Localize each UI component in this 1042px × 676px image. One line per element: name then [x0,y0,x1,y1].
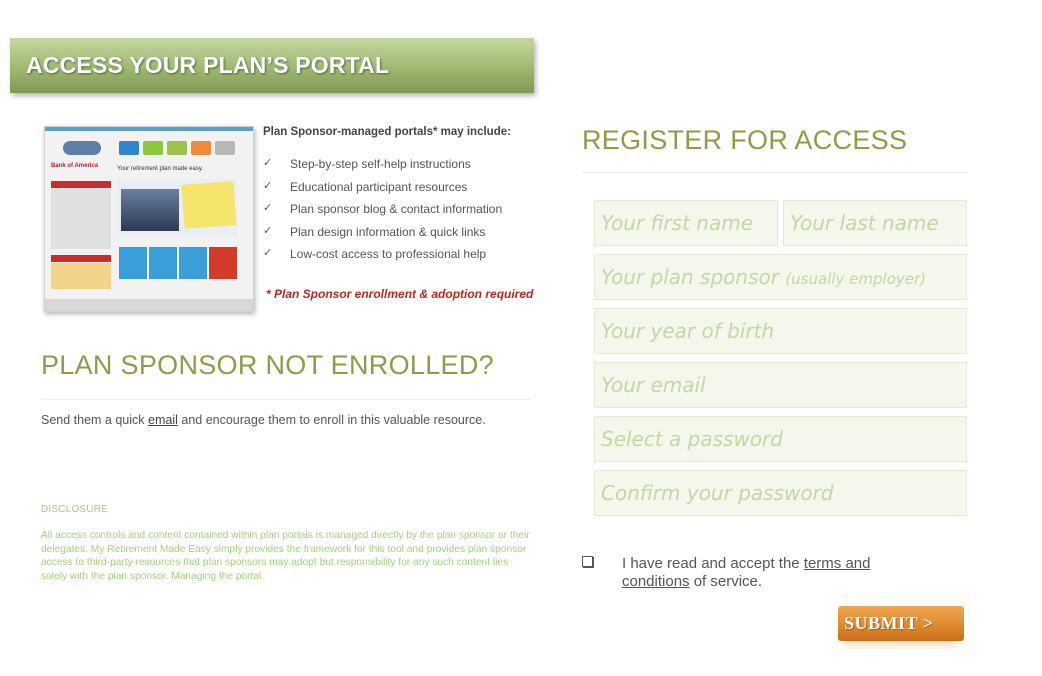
list-item-label: Plan sponsor blog & contact information [290,202,503,216]
preview-tile [119,247,147,279]
check-icon: ✓ [263,224,273,237]
password-input[interactable] [594,416,967,462]
preview-headline: Your retirement plan made easy. [117,166,204,172]
divider [41,399,531,400]
preview-tile [209,247,237,279]
check-icon: ✓ [263,157,273,169]
register-title: REGISTER FOR ACCESS [582,125,908,155]
preview-logo [63,141,101,155]
preview-sidebar-header [51,255,111,262]
enrollment-required-note: * Plan Sponsor enrollment & adoption req… [266,287,534,301]
list-item-label: Educational participant resources [290,179,468,194]
disclosure-text: All access controls and content containe… [41,530,530,582]
banner-title: ACCESS YOUR PLAN’S PORTAL [26,52,390,78]
agree-text-before: I have read and accept the [622,555,804,572]
plan-sponsor-input[interactable]: Your plan sponsor (usually employer) [594,254,967,300]
preview-tab [119,141,139,155]
preview-sticky-note [181,181,237,229]
plan-sponsor-hint: (usually employer) [785,270,927,288]
preview-topbar [45,127,253,131]
list-item-label: Step-by-step self-help instructions [290,157,471,171]
not-enrolled-text: Send them a quick email and encourage th… [41,413,486,427]
list-item-label: Low-cost access to professional help [290,247,487,261]
preview-tile [179,247,207,279]
preview-tab [143,141,163,155]
confirm-password-input[interactable] [594,470,967,516]
preview-sidebar [51,189,111,249]
preview-tab [215,141,235,155]
check-icon: ✓ [263,179,273,192]
plan-sponsor-placeholder: Your plan sponsor [601,265,779,289]
preview-sidebar-header [51,181,111,188]
page-banner: ACCESS YOUR PLAN’S PORTAL [10,38,534,93]
divider [582,172,968,173]
preview-footer [45,299,253,311]
preview-tab [167,141,187,155]
terms-agreement: I have read and accept the terms and con… [622,555,942,591]
not-enrolled-title: PLAN SPONSOR NOT ENROLLED? [41,350,494,380]
terms-checkbox[interactable] [582,556,593,567]
check-icon: ✓ [263,247,273,259]
list-item-label: Plan design information & quick links [290,224,486,239]
submit-button[interactable]: SUBMIT > [838,606,964,641]
email-input[interactable] [594,362,967,408]
plan-sponsor-heading: Plan Sponsor-managed portals* may includ… [263,126,511,138]
not-enrolled-text-after: and encourage them to enroll in this val… [177,413,486,427]
preview-sidebar [51,263,111,289]
not-enrolled-text-before: Send them a quick [41,413,149,427]
preview-tab [191,141,211,155]
agree-text-after: of service. [689,573,763,590]
first-name-input[interactable] [594,200,778,246]
preview-photo [121,189,179,231]
disclosure-title: DISCLOSURE [41,504,109,515]
preview-tile [149,247,177,279]
portal-preview-image: Bank of America Your retirement plan mad… [44,126,254,312]
email-link[interactable]: email [148,413,178,427]
birth-year-input[interactable] [594,308,967,354]
preview-bank-logo: Bank of America [51,163,99,169]
last-name-input[interactable] [783,200,967,246]
check-icon: ✓ [263,202,273,214]
